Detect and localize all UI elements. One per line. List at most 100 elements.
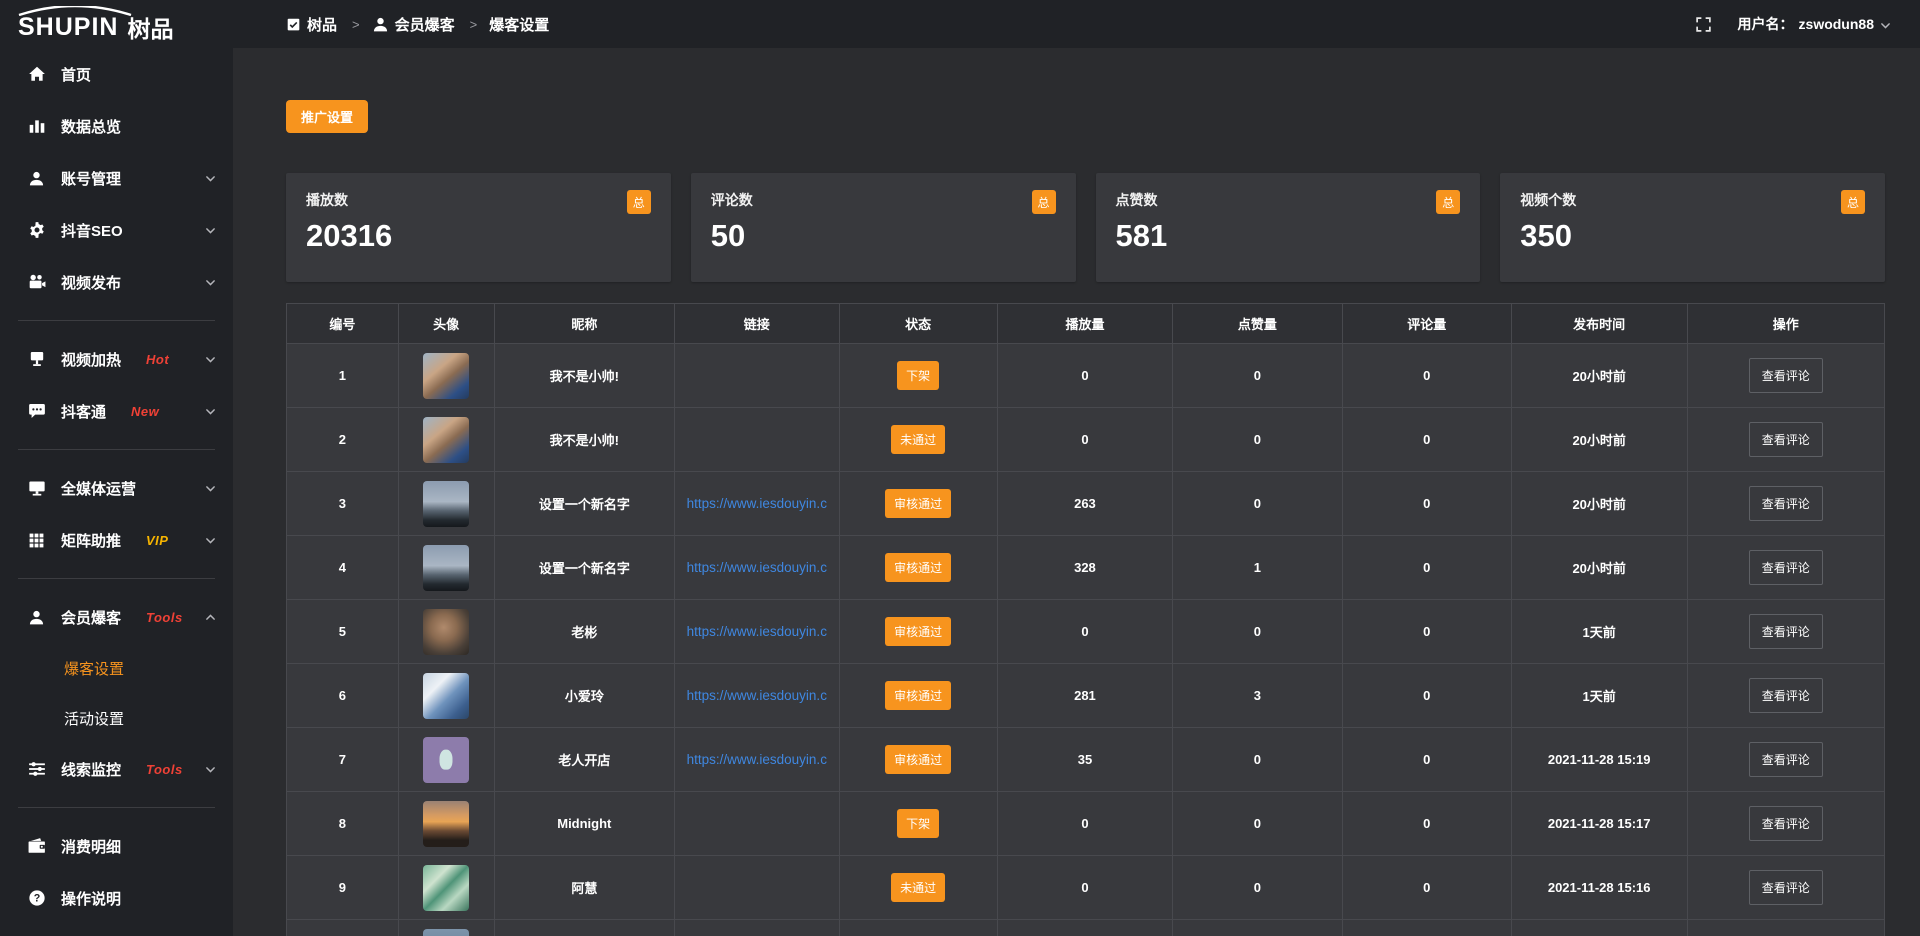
avatar (423, 865, 469, 911)
sidebar-divider (18, 807, 215, 808)
sidebar-item[interactable]: 会员爆客 Tools (0, 591, 233, 643)
video-link[interactable]: https://www.iesdouyin.c (687, 496, 827, 511)
cell-likes: 0 (1173, 856, 1342, 919)
sidebar-item[interactable]: 抖客通 New (0, 385, 233, 437)
view-comments-button[interactable]: 查看评论 (1749, 742, 1823, 777)
breadcrumb-item[interactable]: 树品 > (286, 14, 360, 35)
cell-avatar (399, 664, 495, 727)
view-comments-button[interactable]: 查看评论 (1749, 678, 1823, 713)
cell-actions: 查看评论 (1688, 536, 1884, 599)
cell-likes: 0 (1173, 600, 1342, 663)
status-badge: 下架 (897, 361, 939, 390)
cell-actions: 查看评论 (1688, 664, 1884, 727)
app-logo[interactable]: SHUPIN 树品 (0, 0, 233, 48)
cell-status: 审核通过 (840, 536, 998, 599)
cell-status: 下架 (840, 344, 998, 407)
sidebar-item-tag: Tools (146, 610, 183, 625)
cell-nickname: 设置一个新名字 (495, 472, 675, 535)
sidebar-item[interactable]: ? 操作说明 (0, 872, 233, 924)
view-comments-button[interactable]: 查看评论 (1749, 486, 1823, 521)
sidebar-item[interactable]: 视频加热 Hot (0, 333, 233, 385)
table-row (287, 920, 1884, 936)
sidebar-entry: 线索监控 Tools (0, 743, 233, 795)
breadcrumb-item[interactable]: 会员爆客 > (372, 14, 478, 35)
sidebar-entry: 抖客通 New (0, 385, 233, 437)
cell-id: 3 (287, 472, 399, 535)
sidebar-entry: 视频发布 (0, 256, 233, 308)
view-comments-button[interactable]: 查看评论 (1749, 550, 1823, 585)
sidebar-item[interactable]: 活动设置 (0, 693, 233, 743)
bar-chart-icon (27, 117, 46, 135)
view-comments-button[interactable]: 查看评论 (1749, 870, 1823, 905)
fullscreen-icon[interactable] (1695, 16, 1712, 33)
cell-comments: 0 (1343, 856, 1512, 919)
cell-avatar (399, 920, 495, 936)
cell-nickname (495, 920, 675, 936)
cell-status: 未通过 (840, 856, 998, 919)
sidebar-item[interactable]: 抖音SEO (0, 204, 233, 256)
video-link[interactable]: https://www.iesdouyin.c (687, 688, 827, 703)
sidebar-item[interactable]: 线索监控 Tools (0, 743, 233, 795)
cell-nickname: 设置一个新名字 (495, 536, 675, 599)
sidebar-item[interactable]: 账号管理 (0, 152, 233, 204)
sidebar-item[interactable]: 矩阵助推 VIP (0, 514, 233, 566)
sidebar-item-label: 操作说明 (61, 888, 121, 909)
stat-card: 播放数 总 20316 (286, 173, 671, 282)
sidebar-item[interactable]: 首页 (0, 48, 233, 100)
stat-card-header: 评论数 总 (711, 190, 1056, 214)
sidebar-item[interactable]: 视频发布 (0, 256, 233, 308)
promotion-settings-button[interactable]: 推广设置 (286, 100, 368, 133)
gear-icon (27, 221, 46, 239)
cell-avatar (399, 728, 495, 791)
avatar (423, 609, 469, 655)
cell-publish-time: 2021-11-28 15:16 (1512, 856, 1688, 919)
sidebar-entry (0, 578, 233, 579)
view-comments-button[interactable]: 查看评论 (1749, 614, 1823, 649)
table-row: 8 Midnight 下架 0 0 0 (287, 792, 1884, 856)
video-link[interactable]: https://www.iesdouyin.c (687, 624, 827, 639)
cell-publish-time: 20小时前 (1512, 344, 1688, 407)
cell-plays: 0 (998, 408, 1174, 471)
video-link[interactable]: https://www.iesdouyin.c (687, 560, 827, 575)
chat-bubble-icon (27, 402, 46, 420)
sidebar-entry: 爆客设置 (0, 643, 233, 693)
stat-card-label: 评论数 (711, 190, 753, 210)
cell-nickname: 老人开店 (495, 728, 675, 791)
view-comments-button[interactable]: 查看评论 (1749, 358, 1823, 393)
sidebar-item-tag: Hot (146, 352, 169, 367)
svg-text:?: ? (33, 893, 40, 905)
sidebar-entry: 全媒体运营 (0, 462, 233, 514)
status-badge: 审核通过 (885, 553, 951, 582)
cell-link: https://www.iesdouyin.c (675, 728, 839, 791)
sidebar-item[interactable]: 爆客设置 (0, 643, 233, 693)
cell-publish-time: 1天前 (1512, 664, 1688, 727)
sidebar-item[interactable]: 数据总览 (0, 100, 233, 152)
cell-actions: 查看评论 (1688, 408, 1884, 471)
sidebar-entry: 消费明细 (0, 820, 233, 872)
view-comments-button[interactable]: 查看评论 (1749, 806, 1823, 841)
topbar-right: 用户名： zswodun88 (1695, 14, 1920, 34)
cell-link: https://www.iesdouyin.c (675, 600, 839, 663)
sidebar-entry (0, 449, 233, 450)
video-link[interactable]: https://www.iesdouyin.c (687, 752, 827, 767)
cell-id: 8 (287, 792, 399, 855)
chevron-down-icon (204, 482, 217, 495)
heat-device-icon (27, 350, 46, 368)
cell-plays: 0 (998, 792, 1174, 855)
sidebar-entry: 账号管理 (0, 152, 233, 204)
question-circle-icon: ? (27, 889, 46, 907)
status-badge: 未通过 (891, 873, 945, 902)
user-menu[interactable]: 用户名： zswodun88 (1738, 14, 1892, 34)
view-comments-button[interactable]: 查看评论 (1749, 422, 1823, 457)
cell-status: 下架 (840, 792, 998, 855)
cell-actions: 查看评论 (1688, 344, 1884, 407)
user-icon (27, 609, 46, 626)
sidebar-item[interactable]: 全媒体运营 (0, 462, 233, 514)
breadcrumb-item[interactable]: 爆客设置 (489, 14, 549, 35)
cell-publish-time: 20小时前 (1512, 472, 1688, 535)
logo-text-en: SHUPIN (18, 15, 118, 40)
cell-publish-time: 2021-11-28 15:19 (1512, 728, 1688, 791)
sidebar-item[interactable]: 消费明细 (0, 820, 233, 872)
breadcrumb-separator: > (470, 17, 478, 32)
table-header-cell: 昵称 (495, 304, 675, 343)
